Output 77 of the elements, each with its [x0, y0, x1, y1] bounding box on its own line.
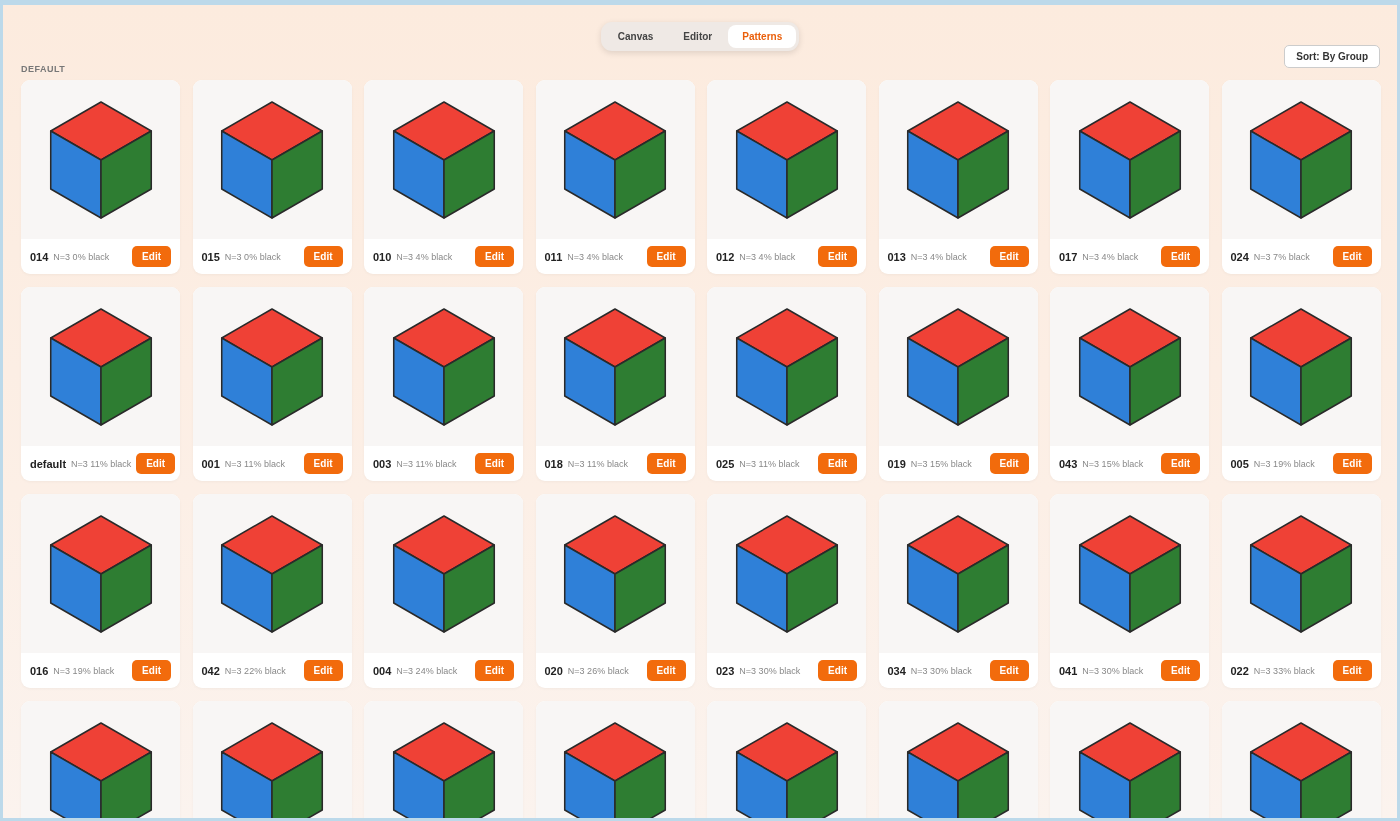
pattern-name: 001 [201, 457, 220, 470]
pattern-stats: N=3 19% black [53, 665, 115, 676]
pattern-stats: N=3 4% black [1082, 251, 1139, 262]
pattern-stats: N=3 11% black [396, 458, 457, 469]
pattern-name: 011 [544, 250, 563, 263]
pattern-stats: N=3 4% black [396, 251, 453, 262]
edit-button[interactable]: Edit [818, 246, 857, 267]
edit-button[interactable]: Edit [303, 660, 343, 681]
edit-button[interactable]: Edit [132, 246, 171, 267]
view-tab[interactable]: Patterns [728, 25, 797, 48]
pattern-name: 043 [1059, 457, 1078, 470]
edit-button[interactable]: Edit [475, 246, 514, 267]
pattern-name: 014 [30, 250, 49, 263]
pattern-name: default [30, 457, 67, 470]
view-tab[interactable]: Canvas [603, 25, 668, 48]
pattern-name: 024 [1230, 250, 1249, 263]
pattern-name: 015 [201, 250, 220, 263]
edit-button[interactable]: Edit [646, 453, 686, 474]
pattern-stats: N=3 11% black [224, 458, 285, 469]
pattern-name: 013 [887, 250, 906, 263]
pattern-name: 005 [1230, 457, 1249, 470]
edit-button[interactable]: Edit [989, 660, 1029, 681]
view-tab[interactable]: Editor [669, 25, 727, 48]
pattern-name: 018 [544, 457, 563, 470]
pattern-stats: N=3 30% black [739, 665, 801, 676]
pattern-stats: N=3 4% black [567, 251, 624, 262]
pattern-name: 022 [1230, 664, 1249, 677]
pattern-stats: N=3 0% black [53, 251, 110, 262]
pattern-stats: N=3 11% black [739, 458, 800, 469]
edit-button[interactable]: Edit [1332, 660, 1372, 681]
edit-button[interactable]: Edit [475, 660, 514, 681]
edit-button[interactable]: Edit [1161, 453, 1200, 474]
pattern-name: 042 [201, 664, 220, 677]
edit-button[interactable]: Edit [818, 453, 857, 474]
edit-button[interactable]: Edit [818, 660, 857, 681]
pattern-stats: N=3 15% black [1082, 458, 1144, 469]
pattern-stats: N=3 0% black [224, 251, 281, 262]
pattern-name: 034 [887, 664, 906, 677]
pattern-name: 003 [373, 457, 392, 470]
pattern-stats: N=3 33% black [1253, 665, 1315, 676]
pattern-stats: N=3 11% black [567, 458, 628, 469]
edit-button[interactable]: Edit [646, 660, 686, 681]
pattern-name: 010 [373, 250, 392, 263]
pattern-stats: N=3 4% black [739, 251, 796, 262]
edit-button[interactable]: Edit [989, 453, 1029, 474]
edit-button[interactable]: Edit [1161, 660, 1200, 681]
pattern-stats: N=3 15% black [910, 458, 972, 469]
group-label: DEFAULT [21, 64, 66, 74]
edit-button[interactable]: Edit [1161, 246, 1200, 267]
pattern-stats: N=3 19% black [1253, 458, 1315, 469]
pattern-name: 020 [544, 664, 563, 677]
edit-button[interactable]: Edit [1332, 453, 1372, 474]
pattern-name: 017 [1059, 250, 1078, 263]
edit-button[interactable]: Edit [136, 453, 176, 474]
edit-button[interactable]: Edit [132, 660, 171, 681]
pattern-name: 023 [716, 664, 735, 677]
pattern-name: 012 [716, 250, 735, 263]
pattern-stats: N=3 4% black [910, 251, 967, 262]
edit-button[interactable]: Edit [646, 246, 686, 267]
edit-button[interactable]: Edit [989, 246, 1029, 267]
pattern-name: 025 [716, 457, 735, 470]
edit-button[interactable]: Edit [303, 453, 343, 474]
pattern-stats: N=3 30% black [910, 665, 972, 676]
edit-button[interactable]: Edit [303, 246, 343, 267]
pattern-name: 004 [373, 664, 392, 677]
pattern-stats: N=3 11% black [71, 458, 132, 469]
pattern-stats: N=3 30% black [1082, 665, 1144, 676]
pattern-stats: N=3 24% black [396, 665, 458, 676]
pattern-name: 019 [887, 457, 906, 470]
pattern-name: 041 [1059, 664, 1078, 677]
pattern-stats: N=3 22% black [224, 665, 286, 676]
pattern-stats: N=3 7% black [1253, 251, 1310, 262]
pattern-name: 016 [30, 664, 49, 677]
pattern-stats: N=3 26% black [567, 665, 629, 676]
edit-button[interactable]: Edit [475, 453, 514, 474]
edit-button[interactable]: Edit [1332, 246, 1372, 267]
sort-button[interactable]: Sort: By Group [1284, 45, 1380, 68]
